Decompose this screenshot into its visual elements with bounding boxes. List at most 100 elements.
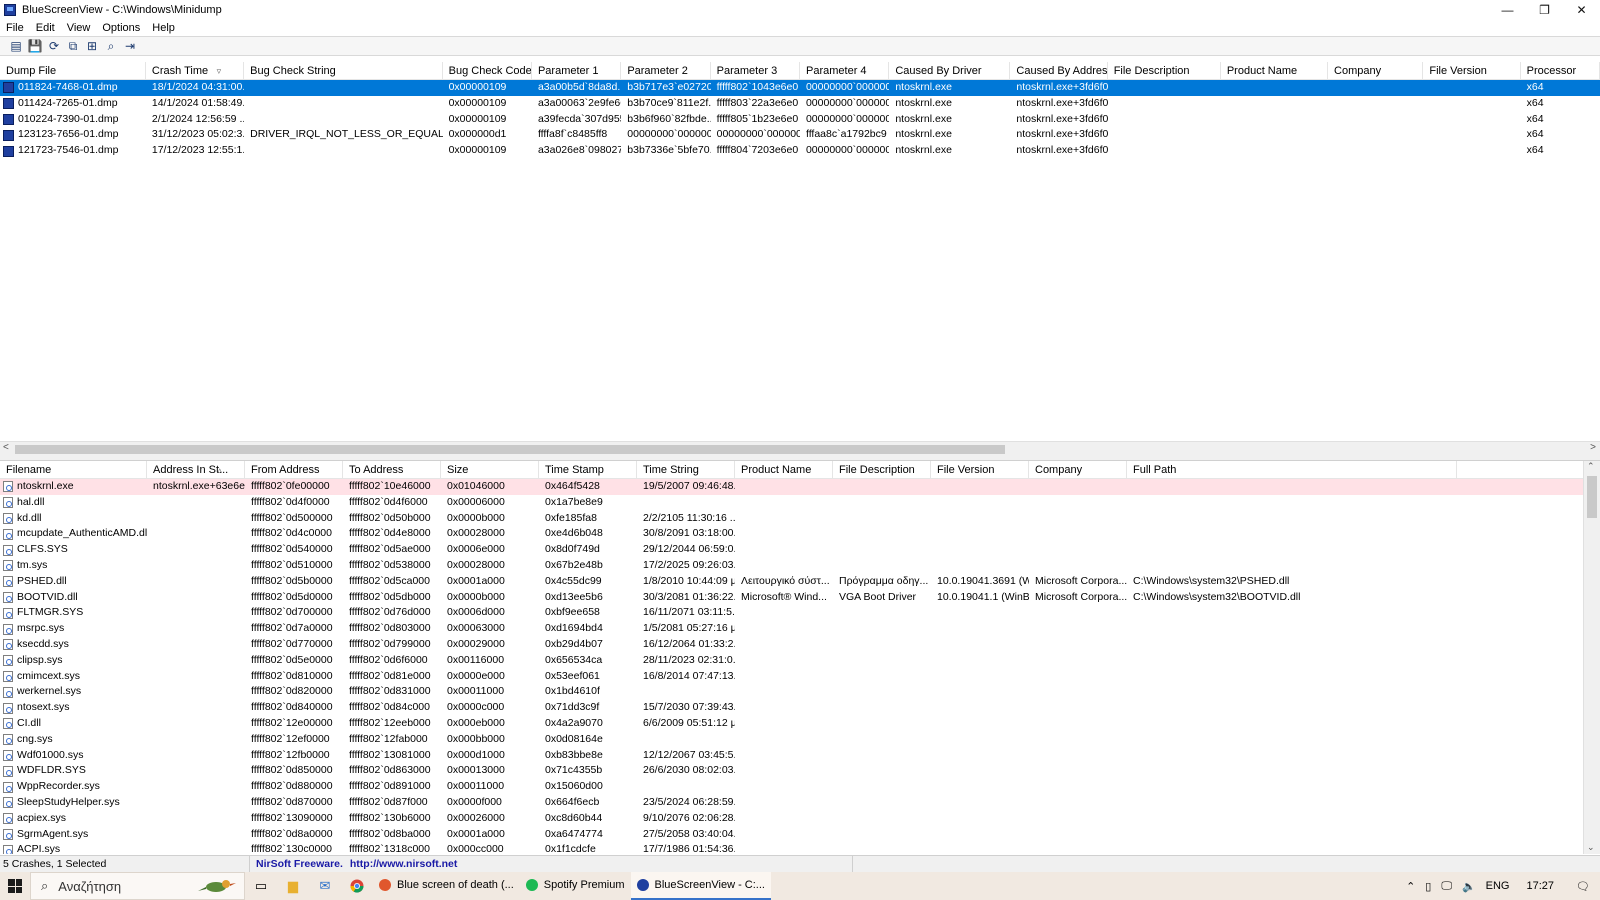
column-header-time-string[interactable]: Time String bbox=[637, 461, 735, 479]
volume-icon[interactable]: 🔈 bbox=[1457, 880, 1481, 893]
driver-row[interactable]: msrpc.sys fffff802`0d7a0000 fffff802`0d803… bbox=[0, 621, 1583, 637]
driver-row[interactable]: BOOTVID.dll fffff802`0d5d0000 fffff802`0d5… bbox=[0, 590, 1583, 606]
taskbar-search[interactable]: ⌕ Αναζήτηση bbox=[30, 872, 245, 900]
find-icon[interactable]: ⌕ bbox=[103, 38, 119, 54]
usb-icon[interactable]: ▯ bbox=[1420, 880, 1436, 893]
vertical-scroll-thumb[interactable] bbox=[1587, 476, 1597, 518]
crash-row[interactable]: 121723-7546-01.dmp 17/12/2023 12:55:1... 0… bbox=[0, 143, 1600, 159]
language-indicator[interactable]: ENG bbox=[1481, 880, 1515, 892]
clock[interactable]: 17:27 bbox=[1515, 880, 1567, 892]
column-header-file-description[interactable]: File Description bbox=[833, 461, 931, 479]
refresh-icon[interactable]: ⟳ bbox=[46, 38, 62, 54]
column-header-product-name[interactable]: Product Name bbox=[1221, 62, 1329, 80]
scroll-down-icon[interactable]: ⌄ bbox=[1587, 842, 1595, 853]
column-header-crash-time[interactable]: Crash Time ▿ bbox=[146, 62, 245, 80]
driver-row[interactable]: ntoskrnl.exe ntoskrnl.exe+63e6e0 fffff802`… bbox=[0, 479, 1583, 495]
driver-row[interactable]: CLFS.SYS fffff802`0d540000 fffff802`0d5ae0… bbox=[0, 542, 1583, 558]
driver-row[interactable]: hal.dll fffff802`0d4f0000 fffff802`0d4f600… bbox=[0, 495, 1583, 511]
column-header-from-address[interactable]: From Address bbox=[245, 461, 343, 479]
driver-row[interactable]: mcupdate_AuthenticAMD.dll fffff802`0d4c00… bbox=[0, 526, 1583, 542]
driver-row[interactable]: werkernel.sys fffff802`0d820000 fffff802`0… bbox=[0, 684, 1583, 700]
driver-row[interactable]: kd.dll fffff802`0d500000 fffff802`0d50b000… bbox=[0, 511, 1583, 527]
column-header-product-name[interactable]: Product Name bbox=[735, 461, 833, 479]
column-header-address-in-st[interactable]: Address In St... ▵ bbox=[147, 461, 245, 479]
column-header-caused-by-address[interactable]: Caused By Address bbox=[1010, 62, 1108, 80]
crash-row[interactable]: 011424-7265-01.dmp 14/1/2024 01:58:49... 0… bbox=[0, 96, 1600, 112]
driver-row[interactable]: ksecdd.sys fffff802`0d770000 fffff802`0d79… bbox=[0, 637, 1583, 653]
column-header-filename[interactable]: Filename bbox=[0, 461, 147, 479]
menu-file[interactable]: File bbox=[0, 22, 30, 34]
crash-row[interactable]: 010224-7390-01.dmp 2/1/2024 12:56:59 ... 0… bbox=[0, 112, 1600, 128]
column-header-file-version[interactable]: File Version bbox=[931, 461, 1029, 479]
driver-row[interactable]: WDFLDR.SYS fffff802`0d850000 fffff802`0d86… bbox=[0, 763, 1583, 779]
taskbar-task[interactable]: Blue screen of death (... bbox=[373, 872, 520, 900]
driver-row[interactable]: acpiex.sys fffff802`13090000 fffff802`130b… bbox=[0, 811, 1583, 827]
column-header-file-version[interactable]: File Version bbox=[1423, 62, 1521, 80]
start-button[interactable] bbox=[0, 872, 30, 900]
taskbar-task[interactable]: Spotify Premium bbox=[520, 872, 631, 900]
driver-row[interactable]: clipsp.sys fffff802`0d5e0000 fffff802`0d6f… bbox=[0, 653, 1583, 669]
network-icon[interactable]: 🖵 bbox=[1436, 880, 1457, 893]
column-header-bug-check-code[interactable]: Bug Check Code bbox=[443, 62, 532, 80]
properties-icon[interactable]: ⊞ bbox=[84, 38, 100, 54]
column-header-time-stamp[interactable]: Time Stamp bbox=[539, 461, 637, 479]
column-header-company[interactable]: Company bbox=[1328, 62, 1424, 80]
column-header-parameter-2[interactable]: Parameter 2 bbox=[621, 62, 711, 80]
driver-row[interactable]: ntosext.sys fffff802`0d840000 fffff802`0d8… bbox=[0, 700, 1583, 716]
column-header-full-path[interactable]: Full Path bbox=[1127, 461, 1457, 479]
horizontal-scroll-thumb[interactable] bbox=[15, 445, 1005, 454]
exit-icon[interactable]: ⇥ bbox=[122, 38, 138, 54]
driver-row[interactable]: FLTMGR.SYS fffff802`0d700000 fffff802`0d76… bbox=[0, 605, 1583, 621]
cell bbox=[735, 700, 833, 716]
driver-row[interactable]: CI.dll fffff802`12e00000 fffff802`12eeb000… bbox=[0, 716, 1583, 732]
scroll-right-icon[interactable]: > bbox=[1590, 442, 1596, 453]
menu-help[interactable]: Help bbox=[146, 22, 181, 34]
scroll-left-icon[interactable]: < bbox=[3, 442, 9, 453]
copy-icon[interactable]: ⧉ bbox=[65, 38, 81, 54]
column-header-parameter-3[interactable]: Parameter 3 bbox=[711, 62, 800, 80]
driver-row[interactable]: WppRecorder.sys fffff802`0d880000 fffff802… bbox=[0, 779, 1583, 795]
column-header-parameter-4[interactable]: Parameter 4 bbox=[800, 62, 890, 80]
driver-row[interactable]: cmimcext.sys fffff802`0d810000 fffff802`0d… bbox=[0, 669, 1583, 685]
menu-edit[interactable]: Edit bbox=[30, 22, 61, 34]
horizontal-scrollbar[interactable]: < > bbox=[0, 441, 1600, 456]
cell: fffff802`130b6000 bbox=[343, 811, 441, 827]
tray-chevron-icon[interactable]: ⌃ bbox=[1401, 880, 1420, 893]
column-header-caused-by-driver[interactable]: Caused By Driver bbox=[889, 62, 1011, 80]
crash-row[interactable]: 123123-7656-01.dmp 31/12/2023 05:02:3... D… bbox=[0, 127, 1600, 143]
minimize-button[interactable]: — bbox=[1489, 0, 1526, 19]
driver-row[interactable]: cng.sys fffff802`12ef0000 fffff802`12fab00… bbox=[0, 732, 1583, 748]
driver-row[interactable]: SgrmAgent.sys fffff802`0d8a0000 fffff802`0… bbox=[0, 827, 1583, 843]
driver-row[interactable]: tm.sys fffff802`0d510000 fffff802`0d538000… bbox=[0, 558, 1583, 574]
nirsoft-link[interactable]: http://www.nirsoft.net bbox=[350, 858, 458, 870]
vertical-scrollbar[interactable]: ⌃ ⌄ bbox=[1583, 461, 1600, 854]
column-header-bug-check-string[interactable]: Bug Check String bbox=[244, 62, 443, 80]
column-header-size[interactable]: Size bbox=[441, 461, 539, 479]
menu-view[interactable]: View bbox=[61, 22, 97, 34]
driver-row[interactable]: SleepStudyHelper.sys fffff802`0d870000 fff… bbox=[0, 795, 1583, 811]
scroll-up-icon[interactable]: ⌃ bbox=[1587, 461, 1595, 472]
column-header-dump-file[interactable]: Dump File bbox=[0, 62, 146, 80]
crash-row[interactable]: 011824-7468-01.dmp 18/1/2024 04:31:00... 0… bbox=[0, 80, 1600, 96]
dump-file-icon bbox=[3, 82, 14, 94]
file-explorer-icon[interactable]: ▆ bbox=[277, 872, 309, 900]
notifications-icon[interactable]: 🗨 bbox=[1566, 880, 1600, 893]
taskbar-task[interactable]: BlueScreenView - C:... bbox=[630, 872, 771, 900]
html-report-icon[interactable]: ▤ bbox=[8, 38, 24, 54]
close-button[interactable]: ✕ bbox=[1563, 0, 1600, 19]
task-view-icon[interactable]: ▭ bbox=[245, 872, 277, 900]
chrome-icon[interactable] bbox=[341, 872, 373, 900]
driver-row[interactable]: PSHED.dll fffff802`0d5b0000 fffff802`0d5ca… bbox=[0, 574, 1583, 590]
column-header-parameter-1[interactable]: Parameter 1 bbox=[532, 62, 622, 80]
mail-icon[interactable]: ✉ bbox=[309, 872, 341, 900]
column-header-file-description[interactable]: File Description bbox=[1108, 62, 1221, 80]
save-icon[interactable]: 💾 bbox=[27, 38, 43, 54]
column-header-processor[interactable]: Processor bbox=[1521, 62, 1600, 80]
restore-button[interactable]: ❐ bbox=[1526, 0, 1563, 19]
driver-row[interactable]: ACPI.sys fffff802`130c0000 fffff802`1318c0… bbox=[0, 842, 1583, 854]
driver-list-body: ntoskrnl.exe ntoskrnl.exe+63e6e0 fffff802`… bbox=[0, 479, 1583, 854]
driver-row[interactable]: Wdf01000.sys fffff802`12fb0000 fffff802`13… bbox=[0, 748, 1583, 764]
menu-options[interactable]: Options bbox=[96, 22, 146, 34]
column-header-to-address[interactable]: To Address bbox=[343, 461, 441, 479]
column-header-company[interactable]: Company bbox=[1029, 461, 1127, 479]
